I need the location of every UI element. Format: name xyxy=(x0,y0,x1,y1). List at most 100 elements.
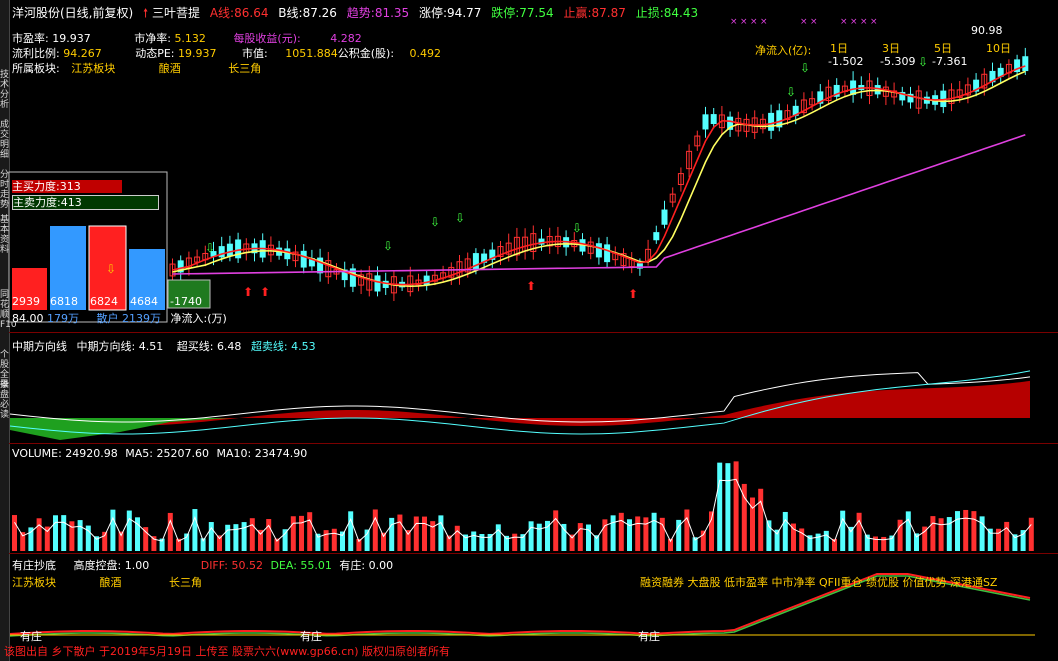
volume-bar xyxy=(823,530,829,551)
signal-x-mark: × xyxy=(750,17,758,27)
signal-x-mark: × xyxy=(730,17,738,27)
volume-bar xyxy=(610,515,616,551)
sector-item[interactable]: 江苏板块 xyxy=(71,62,115,75)
volume-bar xyxy=(1028,517,1034,551)
candle-body xyxy=(284,248,291,260)
volume-bar xyxy=(405,530,411,551)
netflow-label: 净流入(亿): xyxy=(755,44,812,57)
volume-bar xyxy=(905,511,911,551)
volume-bar xyxy=(618,512,624,551)
indicator-header: 洋河股份(日线,前复权) 🠕 三叶菩提 A线:86.64 B线:87.26 趋势… xyxy=(12,4,698,25)
volume-bar xyxy=(946,517,952,551)
sector-item[interactable]: 长三角 xyxy=(169,576,202,589)
overbuy-value: 6.48 xyxy=(216,340,242,353)
mcap-value: 1051.884 xyxy=(285,47,338,60)
volume-bar xyxy=(331,528,337,551)
stock-title[interactable]: 洋河股份(日线,前复权) xyxy=(12,6,133,20)
candle-body xyxy=(653,232,660,241)
float-label: 流利比例: xyxy=(12,47,60,60)
candle-body xyxy=(1022,56,1029,72)
candle-body xyxy=(423,275,430,286)
panel2-name[interactable]: 中期方向线 xyxy=(12,340,67,353)
main-sell-force: 主卖力度:413 xyxy=(12,195,159,210)
volume-bar xyxy=(454,525,460,551)
pb-value: 5.132 xyxy=(174,32,206,45)
volume-bar xyxy=(684,509,690,551)
volume-bar xyxy=(249,518,255,551)
retail-value: 2139万 xyxy=(122,312,161,325)
panel4-name[interactable]: 有庄抄底 xyxy=(12,559,56,572)
signal-x-mark: × xyxy=(810,17,818,27)
buy-force-value: 313 xyxy=(59,180,81,193)
a-line-value: 86.64 xyxy=(234,6,269,20)
candle-body xyxy=(595,243,602,258)
pe-label: 市盈率: xyxy=(12,32,49,45)
panel4-header: 有庄抄底 高度控盘: 1.00 DIFF: 50.52 DEA: 55.01 有… xyxy=(12,557,393,573)
volume-bar xyxy=(840,510,846,551)
info-row-2: 流利比例: 94.267 动态PE: 19.937 市值: 1051.884公积… xyxy=(12,45,441,61)
volume-bar xyxy=(290,516,296,551)
force-bar-value: 4684 xyxy=(130,295,158,308)
sector-item[interactable]: 江苏板块 xyxy=(12,576,56,589)
volume-bar xyxy=(299,515,304,551)
watermark-footer: 该图出自 乡下散户 于2019年5月19日 上传至 股票六六(www.gp66.… xyxy=(4,645,451,658)
volume-bar xyxy=(1020,530,1026,551)
main-buy-force: 主买力度:313 xyxy=(12,180,122,193)
red-up-arrow-icon: 🠕 xyxy=(143,6,149,20)
volume-bar xyxy=(61,515,67,551)
force-bar-value: 2939 xyxy=(12,295,40,308)
panel2-header: 中期方向线 中期方向线: 4.51 超买线: 6.48 超卖线: 4.53 xyxy=(12,338,316,354)
sector-item[interactable]: 长三角 xyxy=(228,62,261,75)
buy-arrow-icon: ⬆ xyxy=(243,285,253,299)
sector-label: 所属板块: xyxy=(12,62,60,75)
trend-value: 81.35 xyxy=(374,6,410,20)
volume-bar xyxy=(487,533,493,551)
candle-body xyxy=(702,114,709,130)
indicator-name[interactable]: 三叶菩提 xyxy=(152,6,200,20)
volume-bar xyxy=(208,522,214,551)
line1-value: 4.51 xyxy=(138,340,164,353)
sector-item[interactable]: 酿酒 xyxy=(100,576,122,589)
volume-bar xyxy=(659,517,665,551)
net-force-value: -1740 xyxy=(170,295,202,308)
candle-body xyxy=(300,250,307,268)
dpe-label: 动态PE: xyxy=(135,47,175,60)
volume-bar xyxy=(372,509,378,551)
volume-bar xyxy=(651,512,657,551)
volume-bar xyxy=(495,524,501,551)
reserve-value: 0.492 xyxy=(409,47,442,60)
netflow-period: 1日 xyxy=(830,42,848,55)
volume-bar xyxy=(733,461,739,551)
volume-bar xyxy=(397,514,403,551)
buy-arrow-icon: ⬆ xyxy=(260,285,270,299)
sector-item[interactable]: 酿酒 xyxy=(159,62,181,75)
volume-bar xyxy=(12,515,17,551)
stock-tags: 融资融券 大盘股 低市盈率 中市净率 QFII重仓 绩优股 价值优势 深港通SZ xyxy=(640,576,998,589)
volume-bar xyxy=(856,512,862,551)
mcap-label: 市值: xyxy=(242,47,268,60)
volume-bar xyxy=(348,511,354,551)
direction-line-area xyxy=(9,370,1031,440)
b-line-label: B线: xyxy=(278,6,303,20)
volume-bar xyxy=(569,534,575,551)
volume-ma5-line xyxy=(14,478,1032,543)
volume-header: VOLUME: 24920.98 MA5: 25207.60 MA10: 234… xyxy=(12,447,307,460)
volume-bar xyxy=(53,515,58,551)
float-value: 94.267 xyxy=(63,47,102,60)
sell-arrow-icon: ⇩ xyxy=(918,55,928,69)
pe-value: 19.937 xyxy=(52,32,91,45)
volume-label: VOLUME: xyxy=(12,447,62,460)
dealer-marker: 有庄 xyxy=(20,630,42,643)
volume-bar xyxy=(266,519,272,551)
volume-bar xyxy=(758,488,764,551)
force-bar-value: 6818 xyxy=(50,295,78,308)
info-row-1: 市盈率: 19.937 市净率: 5.132 每股收益(元): 4.282 xyxy=(12,30,362,46)
sell-force-label: 主卖力度: xyxy=(13,196,61,209)
sell-arrow-icon: ⇩ xyxy=(800,61,810,75)
volume-bar xyxy=(536,523,542,551)
volume-bar xyxy=(955,511,960,551)
volume-bar xyxy=(635,516,641,551)
volume-bar xyxy=(241,522,247,551)
force-bar-value: 6824 xyxy=(90,295,118,308)
dea-value: 55.01 xyxy=(300,559,332,572)
